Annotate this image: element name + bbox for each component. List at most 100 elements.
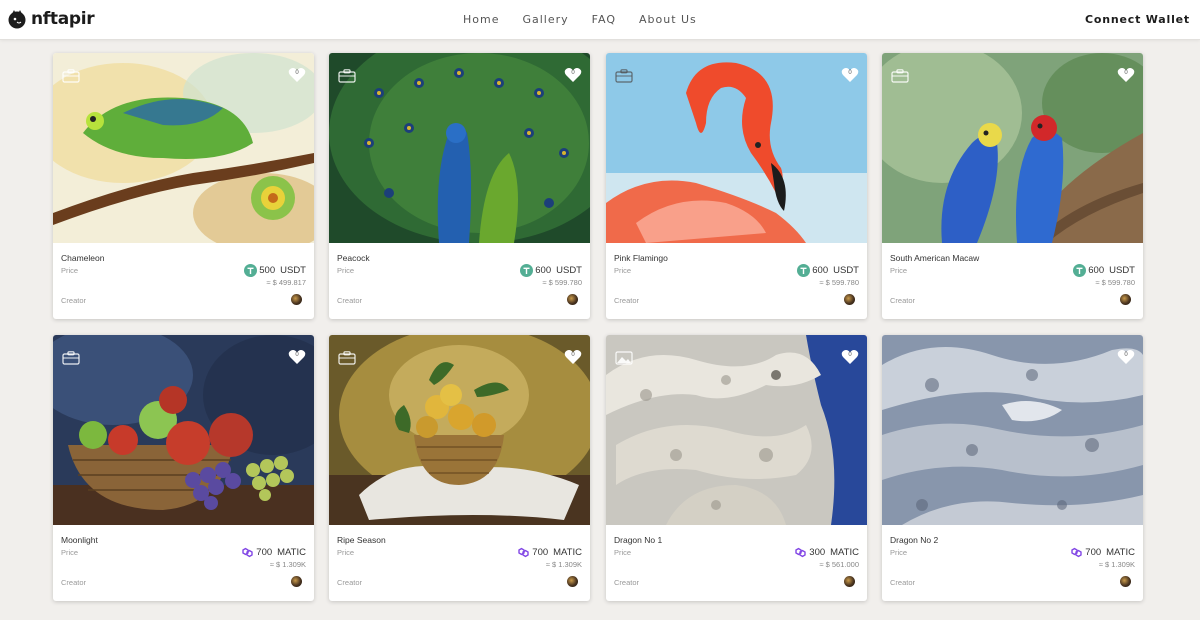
like-count: 0 — [295, 70, 299, 76]
currency-label: MATIC — [553, 547, 582, 558]
nft-artwork-image[interactable] — [606, 53, 867, 243]
tether-icon — [1073, 264, 1087, 277]
nft-card-dragon-no-2[interactable]: 0 Dragon No 2 Price 700 MATIC ≈ $ 1.309K… — [882, 335, 1143, 601]
polygon-icon — [242, 547, 253, 558]
usd-equivalent: ≈ $ 1.309K — [545, 560, 582, 569]
like-count: 0 — [848, 352, 852, 358]
nft-card-south-american-macaw[interactable]: 0 South American Macaw Price 600 USDT ≈ … — [882, 53, 1143, 319]
image-icon — [615, 351, 633, 365]
creator-avatar[interactable] — [844, 576, 855, 587]
currency-label: MATIC — [1106, 547, 1135, 558]
nft-artwork-image[interactable] — [53, 335, 314, 525]
like-count: 0 — [571, 70, 575, 76]
nft-artwork-image[interactable] — [882, 335, 1143, 525]
price-label: Price — [337, 266, 355, 275]
usd-equivalent: ≈ $ 599.780 — [819, 278, 859, 287]
currency-label: USDT — [1109, 265, 1135, 276]
creator-avatar[interactable] — [1120, 294, 1131, 305]
nav-home[interactable]: Home — [463, 13, 499, 26]
nft-title: Moonlight — [61, 535, 98, 545]
nft-title: Ripe Season — [337, 535, 386, 545]
main-nav: Home Gallery FAQ About Us — [463, 13, 720, 26]
usd-equivalent: ≈ $ 499.817 — [266, 278, 306, 287]
nft-artwork-image[interactable] — [53, 53, 314, 243]
like-count: 0 — [848, 70, 852, 76]
like-count: 0 — [571, 352, 575, 358]
usd-equivalent: ≈ $ 1.309K — [1098, 560, 1135, 569]
currency-label: USDT — [556, 265, 582, 276]
nft-card-pink-flamingo[interactable]: 0 Pink Flamingo Price 600 USDT ≈ $ 599.7… — [606, 53, 867, 319]
briefcase-icon — [615, 69, 633, 83]
price-amount: 600 USDT — [797, 264, 859, 277]
price-amount: 700 MATIC — [241, 546, 306, 559]
briefcase-icon — [891, 69, 909, 83]
nft-title: Peacock — [337, 253, 370, 263]
usd-equivalent: ≈ $ 599.780 — [542, 278, 582, 287]
connect-wallet-button[interactable]: Connect Wallet — [1085, 13, 1190, 26]
brand-name: nftapir — [31, 9, 95, 29]
nft-artwork-image[interactable] — [606, 335, 867, 525]
briefcase-icon — [338, 69, 356, 83]
usd-equivalent: ≈ $ 561.000 — [819, 560, 859, 569]
nft-gallery-grid: 0 Chameleon Price 500 USDT ≈ $ 499.817 C… — [53, 53, 1144, 601]
briefcase-icon — [62, 351, 80, 365]
nft-title: Chameleon — [61, 253, 105, 263]
creator-label: Creator — [890, 578, 916, 587]
price-amount: 600 USDT — [1073, 264, 1135, 277]
creator-label: Creator — [337, 296, 363, 305]
nft-card-chameleon[interactable]: 0 Chameleon Price 500 USDT ≈ $ 499.817 C… — [53, 53, 314, 319]
top-bar: nftapir Home Gallery FAQ About Us Connec… — [0, 0, 1200, 40]
price-amount: 700 MATIC — [517, 546, 582, 559]
currency-label: USDT — [833, 265, 859, 276]
tether-icon — [244, 264, 258, 277]
creator-avatar[interactable] — [567, 576, 578, 587]
price-label: Price — [890, 266, 908, 275]
creator-avatar[interactable] — [291, 576, 302, 587]
briefcase-icon — [62, 69, 80, 83]
nft-card-dragon-no-1[interactable]: 0 Dragon No 1 Price 300 MATIC ≈ $ 561.00… — [606, 335, 867, 601]
nft-title: South American Macaw — [890, 253, 980, 263]
creator-avatar[interactable] — [567, 294, 578, 305]
price-label: Price — [337, 548, 355, 557]
price-label: Price — [61, 548, 79, 557]
nft-title: Pink Flamingo — [614, 253, 668, 263]
nft-artwork-image[interactable] — [329, 53, 590, 243]
nft-card-ripe-season[interactable]: 0 Ripe Season Price 700 MATIC ≈ $ 1.309K… — [329, 335, 590, 601]
creator-label: Creator — [337, 578, 363, 587]
nft-artwork-image[interactable] — [882, 53, 1143, 243]
briefcase-icon — [338, 351, 356, 365]
usd-equivalent: ≈ $ 599.780 — [1095, 278, 1135, 287]
creator-label: Creator — [61, 296, 87, 305]
creator-avatar[interactable] — [844, 294, 855, 305]
polygon-icon — [795, 547, 806, 558]
nav-about-us[interactable]: About Us — [639, 13, 697, 26]
tether-icon — [520, 264, 534, 277]
nav-gallery[interactable]: Gallery — [522, 13, 568, 26]
currency-label: MATIC — [830, 547, 859, 558]
brand-logo[interactable]: nftapir — [7, 8, 95, 30]
price-label: Price — [614, 548, 632, 557]
like-count: 0 — [295, 352, 299, 358]
creator-avatar[interactable] — [1120, 576, 1131, 587]
currency-label: USDT — [280, 265, 306, 276]
creator-label: Creator — [614, 296, 640, 305]
price-amount: 700 MATIC — [1070, 546, 1135, 559]
creator-avatar[interactable] — [291, 294, 302, 305]
creator-label: Creator — [890, 296, 916, 305]
like-count: 0 — [1124, 70, 1128, 76]
currency-label: MATIC — [277, 547, 306, 558]
nft-card-moonlight[interactable]: 0 Moonlight Price 700 MATIC ≈ $ 1.309K C… — [53, 335, 314, 601]
price-label: Price — [890, 548, 908, 557]
usd-equivalent: ≈ $ 1.309K — [269, 560, 306, 569]
creator-label: Creator — [61, 578, 87, 587]
nft-card-peacock[interactable]: 0 Peacock Price 600 USDT ≈ $ 599.780 Cre… — [329, 53, 590, 319]
tapir-logo-icon — [8, 10, 26, 29]
price-amount: 600 USDT — [520, 264, 582, 277]
polygon-icon — [518, 547, 529, 558]
nft-artwork-image[interactable] — [329, 335, 590, 525]
nft-title: Dragon No 1 — [614, 535, 663, 545]
nav-faq[interactable]: FAQ — [592, 13, 616, 26]
price-amount: 500 USDT — [244, 264, 306, 277]
price-label: Price — [61, 266, 79, 275]
nft-title: Dragon No 2 — [890, 535, 939, 545]
